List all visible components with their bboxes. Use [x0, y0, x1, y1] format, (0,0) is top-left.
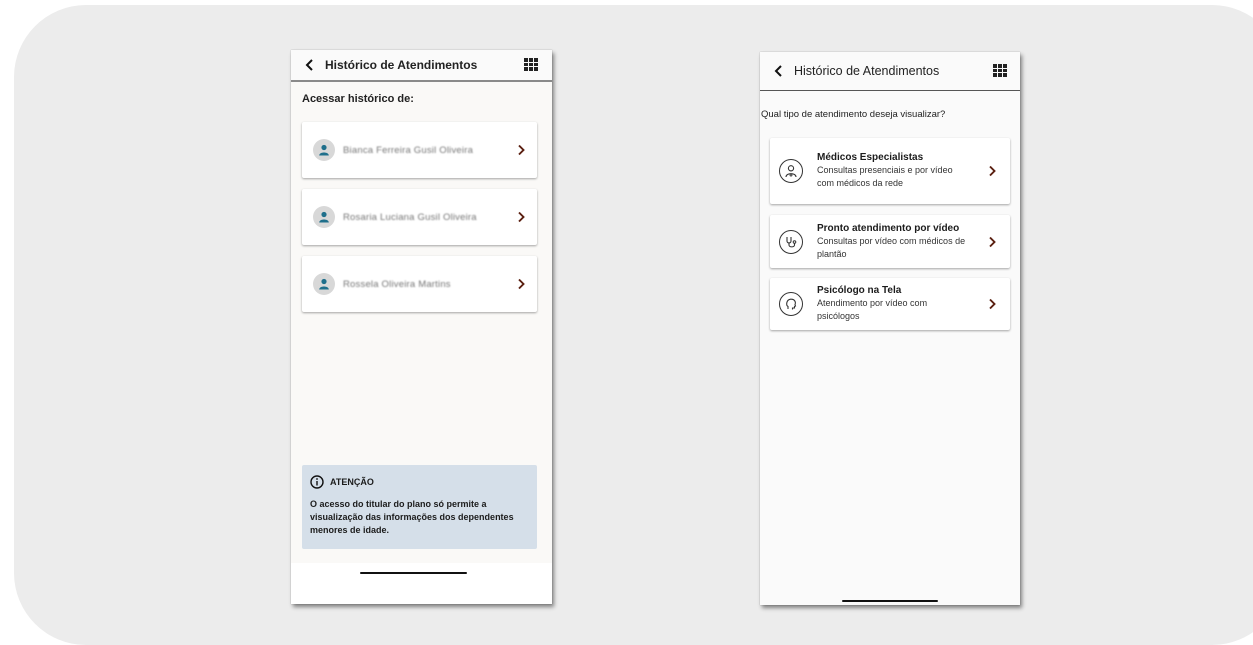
dependent-item-1[interactable]: Bianca Ferreira Gusil Oliveira: [302, 122, 537, 178]
back-arrow-icon[interactable]: [299, 54, 321, 76]
backdrop: [14, 5, 1253, 645]
notice-text: O acesso do titular do plano só permite …: [310, 499, 514, 535]
attention-notice: ATENÇÃO O acesso do titular do plano só …: [302, 465, 537, 549]
user-icon: [313, 273, 335, 295]
service-description: Consultas por vídeo com médicos de plant…: [817, 235, 966, 259]
page-title: Histórico de Atendimentos: [794, 64, 940, 78]
section-label: Qual tipo de atendimento deseja visualiz…: [761, 109, 946, 120]
service-description: Consultas presenciais e por vídeo com mé…: [817, 165, 953, 188]
app-header: Histórico de Atendimentos: [760, 52, 1020, 91]
service-text: Psicólogo na Tela Atendimento por vídeo …: [817, 285, 967, 323]
service-item-video-urgent[interactable]: Pronto atendimento por vídeo Consultas p…: [770, 215, 1010, 268]
app-header: Histórico de Atendimentos: [291, 50, 552, 82]
notice-header: ATENÇÃO: [310, 475, 374, 489]
dependent-name: Rossela Oliveira Martins: [343, 278, 451, 290]
service-text: Pronto atendimento por vídeo Consultas p…: [817, 223, 967, 261]
stethoscope-icon: [779, 229, 803, 254]
apps-grid-icon[interactable]: [993, 64, 1007, 77]
service-text: Médicos Especialistas Consultas presenci…: [817, 152, 967, 190]
notice-title: ATENÇÃO: [330, 477, 374, 487]
dependent-item-3[interactable]: Rossela Oliveira Martins: [302, 256, 537, 312]
chevron-right-icon: [989, 236, 996, 247]
back-arrow-icon[interactable]: [768, 60, 790, 82]
chevron-right-icon: [518, 144, 525, 156]
user-icon: [313, 206, 335, 228]
page-title: Histórico de Atendimentos: [325, 58, 478, 72]
chevron-right-icon: [518, 211, 525, 223]
service-title: Psicólogo na Tela: [817, 285, 902, 296]
service-title: Médicos Especialistas: [817, 152, 924, 163]
service-item-psychologist[interactable]: Psicólogo na Tela Atendimento por vídeo …: [770, 278, 1010, 330]
user-icon: [313, 139, 335, 161]
dependent-name: Rosaria Luciana Gusil Oliveira: [343, 211, 477, 223]
apps-grid-icon[interactable]: [524, 58, 538, 71]
head-icon: [779, 292, 803, 316]
chevron-right-icon: [989, 165, 996, 177]
chevron-right-icon: [989, 298, 996, 310]
dependent-item-2[interactable]: Rosaria Luciana Gusil Oliveira: [302, 189, 537, 245]
service-type-screen: Histórico de Atendimentos Qual tipo de a…: [760, 52, 1020, 605]
info-icon: [310, 475, 324, 489]
dependent-name: Bianca Ferreira Gusil Oliveira: [343, 144, 474, 156]
bottom-bar: [291, 563, 552, 604]
service-item-specialists[interactable]: Médicos Especialistas Consultas presenci…: [770, 138, 1010, 204]
dependents-screen: Histórico de Atendimentos Acessar histór…: [291, 50, 552, 604]
home-indicator[interactable]: [842, 600, 938, 602]
section-label: Acessar histórico de:: [302, 93, 414, 105]
home-indicator[interactable]: [360, 572, 467, 574]
chevron-right-icon: [518, 278, 525, 290]
service-description: Atendimento por vídeo com psicólogos: [817, 298, 928, 321]
doctor-icon: [779, 159, 803, 183]
service-title: Pronto atendimento por vídeo: [817, 222, 960, 234]
